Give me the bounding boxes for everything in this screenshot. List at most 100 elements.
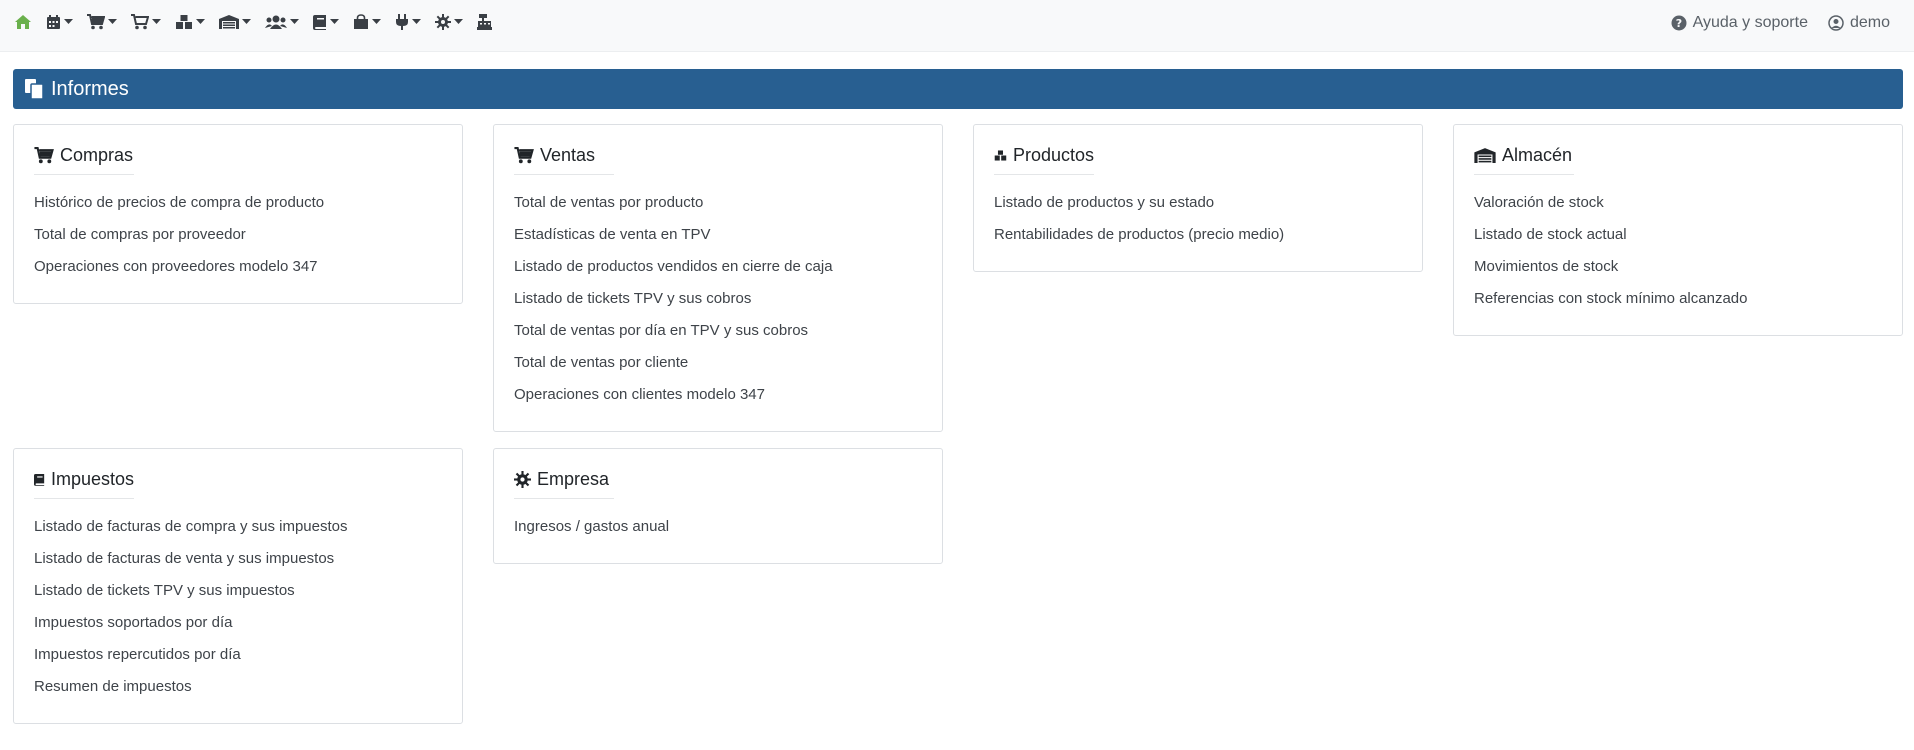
book-icon: [313, 15, 326, 30]
report-link[interactable]: Listado de tickets TPV y sus impuestos: [34, 581, 442, 601]
report-link[interactable]: Listado de productos vendidos en cierre …: [514, 257, 922, 277]
menu-admin[interactable]: [435, 14, 463, 30]
report-link[interactable]: Impuestos soportados por día: [34, 613, 442, 633]
menu-calendar[interactable]: [46, 14, 73, 30]
page-title: Informes: [51, 77, 129, 100]
calendar-icon: [47, 15, 60, 29]
card-title-almacen: Almacén: [1474, 145, 1574, 175]
report-link[interactable]: Valoración de stock: [1474, 193, 1882, 213]
card-title-text: Ventas: [540, 145, 596, 165]
report-link[interactable]: Listado de facturas de compra y sus impu…: [34, 517, 442, 537]
card-almacen: Almacén Valoración de stock Listado de s…: [1453, 124, 1903, 336]
card-title-productos: Productos: [994, 145, 1094, 175]
card-impuestos: Impuestos Listado de facturas de compra …: [13, 448, 463, 724]
help-support-label: Ayuda y soporte: [1692, 14, 1808, 31]
chevron-down-icon: [290, 19, 299, 24]
report-link[interactable]: Impuestos repercutidos por día: [34, 645, 442, 665]
card-title-text: Productos: [1012, 145, 1094, 165]
shopping-bag-icon: [354, 14, 368, 29]
user-circle-icon: [1828, 15, 1844, 31]
warehouse-icon: [219, 15, 239, 29]
plug-icon: [396, 14, 408, 30]
chevron-down-icon: [196, 19, 205, 24]
card-title-text: Compras: [60, 145, 134, 165]
report-link[interactable]: Ingresos / gastos anual: [514, 517, 922, 537]
user-menu: ? Ayuda y soporte demo: [1651, 14, 1890, 32]
report-link[interactable]: Rentabilidades de productos (precio medi…: [994, 225, 1402, 245]
report-list: Valoración de stock Listado de stock act…: [1474, 193, 1882, 309]
card-title-empresa: Empresa: [514, 469, 614, 499]
chevron-down-icon: [64, 19, 73, 24]
cubes-icon: [994, 150, 1007, 161]
question-circle-icon: ?: [1671, 15, 1687, 31]
report-list: Histórico de precios de compra de produc…: [34, 193, 442, 277]
menu-shop[interactable]: [353, 14, 381, 30]
cog-icon: [435, 14, 451, 30]
menu-stock[interactable]: [219, 14, 251, 30]
chevron-down-icon: [454, 19, 463, 24]
home-icon: [15, 15, 31, 29]
cash-register-icon: [477, 14, 492, 30]
menu-warehouse[interactable]: [175, 14, 205, 30]
report-link[interactable]: Operaciones con proveedores modelo 347: [34, 257, 442, 277]
card-ventas: Ventas Total de ventas por producto Esta…: [493, 124, 943, 432]
user-account-link[interactable]: demo: [1828, 14, 1890, 32]
cart-arrow-icon: [514, 147, 534, 164]
home-button[interactable]: [14, 14, 32, 30]
warehouse-icon: [1474, 148, 1496, 163]
help-support-link[interactable]: ? Ayuda y soporte: [1671, 14, 1808, 32]
report-link[interactable]: Resumen de impuestos: [34, 677, 442, 697]
chevron-down-icon: [242, 19, 251, 24]
menu-plugins[interactable]: [395, 14, 421, 30]
report-list: Total de ventas por producto Estadística…: [514, 193, 922, 405]
shopping-cart-icon: [34, 147, 54, 164]
report-link[interactable]: Total de compras por proveedor: [34, 225, 442, 245]
card-title-ventas: Ventas: [514, 145, 614, 175]
report-link[interactable]: Total de ventas por producto: [514, 193, 922, 213]
chevron-down-icon: [330, 19, 339, 24]
card-title-text: Empresa: [537, 469, 610, 489]
card-title-text: Impuestos: [50, 469, 134, 489]
report-link[interactable]: Movimientos de stock: [1474, 257, 1882, 277]
user-name: demo: [1849, 14, 1890, 31]
report-link[interactable]: Total de ventas por día en TPV y sus cob…: [514, 321, 922, 341]
copy-icon: [25, 79, 43, 99]
page-header: Informes: [13, 69, 1903, 109]
card-compras: Compras Histórico de precios de compra d…: [13, 124, 463, 304]
card-empresa: Empresa Ingresos / gastos anual: [493, 448, 943, 564]
report-list: Listado de facturas de compra y sus impu…: [34, 517, 442, 697]
top-navbar: ? Ayuda y soporte demo: [0, 0, 1914, 52]
card-title-impuestos: Impuestos: [34, 469, 134, 499]
report-link[interactable]: Listado de facturas de venta y sus impue…: [34, 549, 442, 569]
cog-icon: [514, 471, 531, 488]
users-icon: [265, 15, 287, 29]
report-link[interactable]: Total de ventas por cliente: [514, 353, 922, 373]
report-link[interactable]: Listado de stock actual: [1474, 225, 1882, 245]
report-link[interactable]: Listado de tickets TPV y sus cobros: [514, 289, 922, 309]
report-list: Listado de productos y su estado Rentabi…: [994, 193, 1402, 245]
chevron-down-icon: [412, 19, 421, 24]
main-menu: [14, 14, 506, 30]
chevron-down-icon: [372, 19, 381, 24]
card-title-compras: Compras: [34, 145, 134, 175]
report-link[interactable]: Referencias con stock mínimo alcanzado: [1474, 289, 1882, 309]
chevron-down-icon: [108, 19, 117, 24]
report-list: Ingresos / gastos anual: [514, 517, 922, 537]
cart-arrow-icon: [131, 14, 149, 30]
shopping-cart-icon: [87, 14, 105, 30]
menu-sales[interactable]: [131, 14, 161, 30]
report-link[interactable]: Listado de productos y su estado: [994, 193, 1402, 213]
cubes-icon: [176, 15, 192, 29]
menu-accounting[interactable]: [313, 14, 339, 30]
book-icon: [34, 474, 45, 486]
card-title-text: Almacén: [1502, 145, 1573, 165]
svg-text:?: ?: [1675, 17, 1681, 30]
report-link[interactable]: Estadísticas de venta en TPV: [514, 225, 922, 245]
report-link[interactable]: Operaciones con clientes modelo 347: [514, 385, 922, 405]
menu-contacts[interactable]: [265, 14, 299, 30]
chevron-down-icon: [152, 19, 161, 24]
card-productos: Productos Listado de productos y su esta…: [973, 124, 1423, 272]
menu-pos[interactable]: [477, 14, 492, 30]
menu-purchases[interactable]: [87, 14, 117, 30]
report-link[interactable]: Histórico de precios de compra de produc…: [34, 193, 442, 213]
